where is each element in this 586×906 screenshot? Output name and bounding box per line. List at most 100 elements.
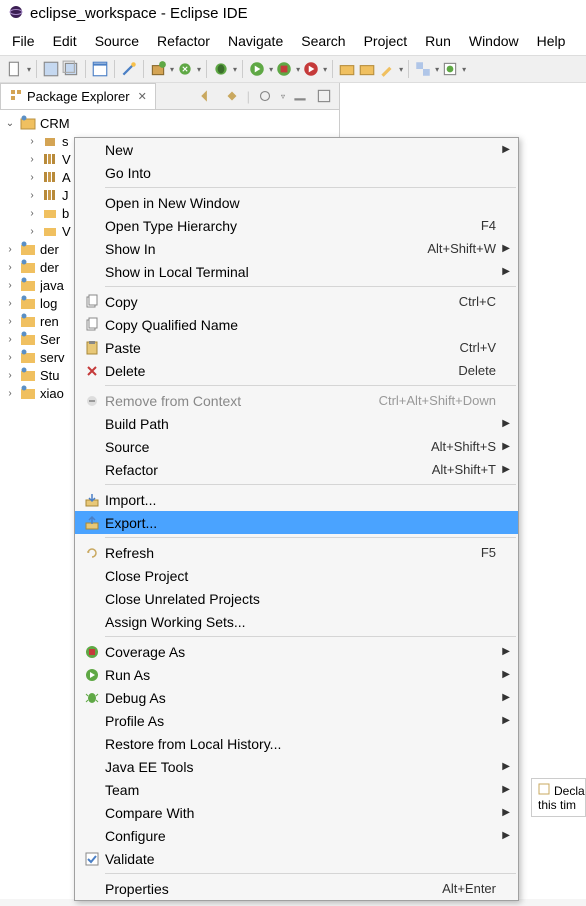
expand-icon[interactable]: ›: [26, 207, 38, 219]
menu-item-team[interactable]: Team▶: [75, 778, 518, 801]
menu-item-run-as[interactable]: Run As▶: [75, 663, 518, 686]
menu-item-source[interactable]: SourceAlt+Shift+S▶: [75, 435, 518, 458]
expand-icon[interactable]: ›: [26, 225, 38, 237]
menu-window[interactable]: Window: [461, 31, 527, 51]
package-new-icon[interactable]: [149, 60, 167, 78]
focus-icon[interactable]: [256, 87, 274, 105]
menu-item-new[interactable]: New▶: [75, 138, 518, 161]
menu-edit[interactable]: Edit: [45, 31, 85, 51]
external-run-icon[interactable]: [302, 60, 320, 78]
new-icon[interactable]: [6, 60, 24, 78]
menu-item-coverage-as[interactable]: Coverage As▶: [75, 640, 518, 663]
minimize-icon[interactable]: [291, 87, 309, 105]
project-icon: [20, 367, 36, 383]
expand-icon[interactable]: ›: [26, 153, 38, 165]
menu-item-label: Refresh: [105, 545, 154, 561]
menu-item-copy[interactable]: CopyCtrl+C: [75, 290, 518, 313]
dropdown-icon[interactable]: ▾: [197, 65, 201, 74]
maximize-icon[interactable]: [315, 87, 333, 105]
expand-icon[interactable]: ›: [4, 243, 16, 255]
package-explorer-tab[interactable]: Package Explorer ✕: [0, 83, 156, 109]
menu-item-refresh[interactable]: RefreshF5: [75, 541, 518, 564]
menu-item-label: Show In: [105, 241, 156, 257]
menu-item-java-ee-tools[interactable]: Java EE Tools▶: [75, 755, 518, 778]
wand-icon[interactable]: [120, 60, 138, 78]
menu-item-assign-working-sets[interactable]: Assign Working Sets...: [75, 610, 518, 633]
dropdown-icon[interactable]: ▾: [435, 65, 439, 74]
expand-icon[interactable]: ›: [4, 351, 16, 363]
link-editor-icon[interactable]: [223, 87, 241, 105]
coverage-icon[interactable]: [275, 60, 293, 78]
menu-item-profile-as[interactable]: Profile As▶: [75, 709, 518, 732]
menu-run[interactable]: Run: [417, 31, 459, 51]
expand-icon[interactable]: ⌄: [4, 117, 16, 129]
expand-icon[interactable]: ›: [4, 279, 16, 291]
menu-help[interactable]: Help: [529, 31, 574, 51]
menu-item-delete[interactable]: DeleteDelete: [75, 359, 518, 382]
dropdown-icon[interactable]: ▾: [399, 65, 403, 74]
expand-icon[interactable]: ›: [26, 189, 38, 201]
expand-icon[interactable]: ›: [26, 135, 38, 147]
menu-item-show-in[interactable]: Show InAlt+Shift+W▶: [75, 237, 518, 260]
dropdown-icon[interactable]: ▾: [170, 65, 174, 74]
menu-item-validate[interactable]: Validate: [75, 847, 518, 870]
menu-item-show-in-local-terminal[interactable]: Show in Local Terminal▶: [75, 260, 518, 283]
submenu-arrow-icon: ▶: [496, 784, 510, 795]
dropdown-icon[interactable]: ▾: [462, 65, 466, 74]
debug-icon[interactable]: [212, 60, 230, 78]
menu-item-close-unrelated-projects[interactable]: Close Unrelated Projects: [75, 587, 518, 610]
expand-icon[interactable]: ›: [4, 315, 16, 327]
save-icon[interactable]: [42, 60, 60, 78]
menu-item-open-in-new-window[interactable]: Open in New Window: [75, 191, 518, 214]
project-icon: [20, 241, 36, 257]
expand-icon[interactable]: ›: [4, 333, 16, 345]
menu-source[interactable]: Source: [87, 31, 147, 51]
marker-icon[interactable]: [378, 60, 396, 78]
dropdown-icon[interactable]: ▾: [323, 65, 327, 74]
menu-item-close-project[interactable]: Close Project: [75, 564, 518, 587]
menu-item-build-path[interactable]: Build Path▶: [75, 412, 518, 435]
delete-icon: [79, 363, 105, 379]
submenu-arrow-icon: ▶: [496, 830, 510, 841]
menu-item-go-into[interactable]: Go Into: [75, 161, 518, 184]
menu-navigate[interactable]: Navigate: [220, 31, 291, 51]
collapse-all-icon[interactable]: [199, 87, 217, 105]
menu-item-import[interactable]: Import...: [75, 488, 518, 511]
menu-file[interactable]: File: [4, 31, 43, 51]
tree-project-root[interactable]: ⌄ CRM: [4, 114, 335, 132]
run-icon[interactable]: [248, 60, 266, 78]
menu-item-copy-qualified-name[interactable]: Copy Qualified Name: [75, 313, 518, 336]
view-menu-icon[interactable]: ▿: [281, 92, 285, 101]
menu-refactor[interactable]: Refactor: [149, 31, 218, 51]
dropdown-icon[interactable]: ▾: [27, 65, 31, 74]
folder-new-icon[interactable]: [338, 60, 356, 78]
menu-search[interactable]: Search: [293, 31, 353, 51]
submenu-arrow-icon: ▶: [496, 692, 510, 703]
dropdown-icon[interactable]: ▾: [296, 65, 300, 74]
expand-icon[interactable]: ›: [4, 261, 16, 273]
dropdown-icon[interactable]: ▾: [269, 65, 273, 74]
menu-item-properties[interactable]: PropertiesAlt+Enter: [75, 877, 518, 900]
menu-item-open-type-hierarchy[interactable]: Open Type HierarchyF4: [75, 214, 518, 237]
save-all-icon[interactable]: [62, 60, 80, 78]
menu-project[interactable]: Project: [356, 31, 416, 51]
toggle-icon[interactable]: [91, 60, 109, 78]
folder-icon[interactable]: [358, 60, 376, 78]
menu-item-paste[interactable]: PasteCtrl+V: [75, 336, 518, 359]
dropdown-icon[interactable]: ▾: [233, 65, 237, 74]
class-icon[interactable]: [441, 60, 459, 78]
menu-item-export[interactable]: Export...: [75, 511, 518, 534]
menu-item-restore-from-local-history[interactable]: Restore from Local History...: [75, 732, 518, 755]
menu-item-label: Copy Qualified Name: [105, 317, 238, 333]
menu-item-refactor[interactable]: RefactorAlt+Shift+T▶: [75, 458, 518, 481]
menu-item-configure[interactable]: Configure▶: [75, 824, 518, 847]
menu-item-compare-with[interactable]: Compare With▶: [75, 801, 518, 824]
expand-icon[interactable]: ›: [4, 387, 16, 399]
expand-icon[interactable]: ›: [26, 171, 38, 183]
close-icon[interactable]: ✕: [138, 90, 147, 103]
expand-icon[interactable]: ›: [4, 369, 16, 381]
menu-item-debug-as[interactable]: Debug As▶: [75, 686, 518, 709]
type-icon[interactable]: [414, 60, 432, 78]
expand-icon[interactable]: ›: [4, 297, 16, 309]
build-icon[interactable]: [176, 60, 194, 78]
